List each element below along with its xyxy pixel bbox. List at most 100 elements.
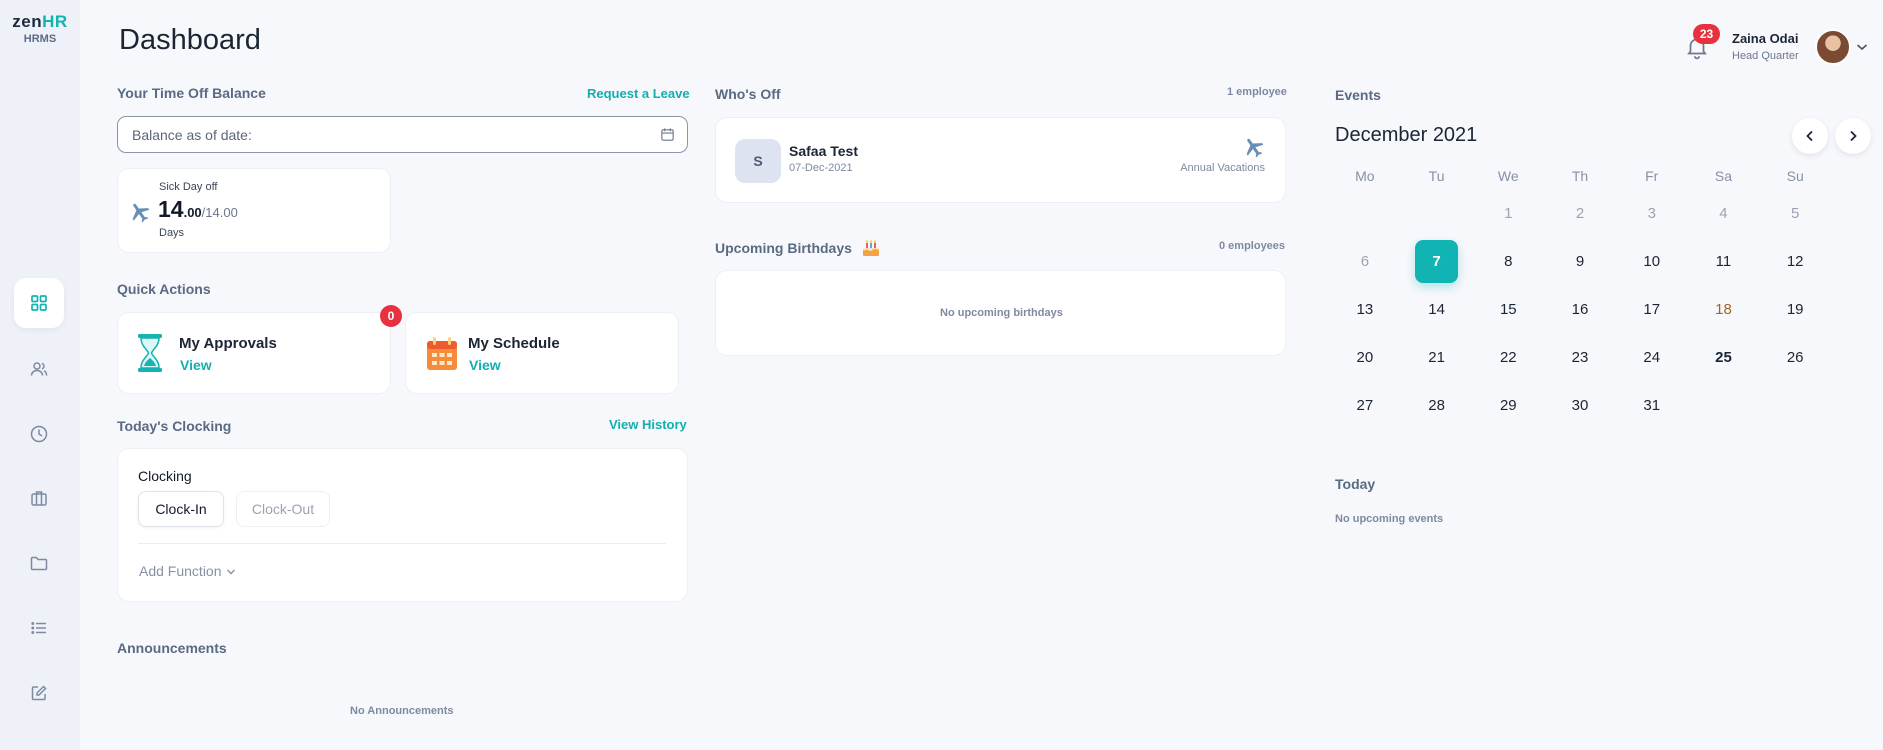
whos-off-card[interactable] bbox=[715, 117, 1286, 203]
calendar-day[interactable]: 26 bbox=[1759, 333, 1831, 381]
chevron-left-icon bbox=[1806, 130, 1813, 142]
calendar-day[interactable]: 4 bbox=[1688, 189, 1760, 237]
calendar-day[interactable]: 30 bbox=[1544, 381, 1616, 429]
calendar-day[interactable]: 22 bbox=[1472, 333, 1544, 381]
calendar-day-number: 18 bbox=[1715, 300, 1732, 318]
users-icon bbox=[30, 362, 48, 376]
calendar-day[interactable]: 24 bbox=[1616, 333, 1688, 381]
calendar-day[interactable]: 18 bbox=[1688, 285, 1760, 333]
calendar-day[interactable]: 16 bbox=[1544, 285, 1616, 333]
calendar-day[interactable]: 17 bbox=[1616, 285, 1688, 333]
balance-unit: Days bbox=[159, 227, 185, 239]
whos-off-type: Annual Vacations bbox=[1180, 162, 1265, 174]
sidebar-item-attendance[interactable] bbox=[14, 409, 64, 459]
schedule-calendar-icon bbox=[427, 337, 457, 370]
my-schedule-label: My Schedule bbox=[468, 335, 560, 352]
clock-in-button[interactable]: Clock-In bbox=[138, 491, 224, 527]
sidebar-item-documents[interactable] bbox=[14, 538, 64, 588]
calendar-week-row: 6 7 8 9 10 11 12 bbox=[1329, 237, 1831, 285]
calendar-day[interactable]: 8 bbox=[1472, 237, 1544, 285]
calendar-empty-cell bbox=[1759, 381, 1831, 429]
today-title: Today bbox=[1335, 476, 1376, 492]
calendar-day[interactable]: 27 bbox=[1329, 381, 1401, 429]
calendar-day[interactable]: 29 bbox=[1472, 381, 1544, 429]
calendar-day[interactable]: 20 bbox=[1329, 333, 1401, 381]
calendar-day[interactable]: 21 bbox=[1401, 333, 1473, 381]
edit-icon bbox=[31, 685, 47, 701]
calendar-week-row: 20 21 22 23 24 25 26 bbox=[1329, 333, 1831, 381]
avatar[interactable] bbox=[1815, 29, 1851, 65]
calendar-day-number: 31 bbox=[1643, 396, 1661, 414]
calendar-day[interactable]: 13 bbox=[1329, 285, 1401, 333]
logo-brand-left: zen bbox=[12, 12, 43, 31]
calendar-day-number: 16 bbox=[1571, 300, 1589, 318]
calendar-day[interactable]: 15 bbox=[1472, 285, 1544, 333]
calendar-day-number: 23 bbox=[1571, 348, 1589, 366]
balance-value-decimal: .00 bbox=[183, 205, 202, 220]
calendar-day-number: 8 bbox=[1504, 252, 1513, 270]
balance-date-field[interactable] bbox=[117, 116, 688, 153]
clock-out-button[interactable]: Clock-Out bbox=[236, 491, 330, 527]
time-off-title: Your Time Off Balance bbox=[117, 85, 266, 101]
briefcase-icon bbox=[31, 491, 47, 506]
calendar-day-number: 10 bbox=[1643, 252, 1661, 270]
sidebar: zenHR HRMS bbox=[0, 0, 80, 750]
prev-month-button[interactable] bbox=[1792, 118, 1828, 154]
calendar-empty-cell bbox=[1329, 189, 1401, 237]
app-logo[interactable]: zenHR HRMS bbox=[6, 12, 74, 45]
my-schedule-view-link[interactable]: View bbox=[469, 357, 501, 373]
calendar-weekday: Fr bbox=[1645, 168, 1659, 184]
calendar-day[interactable]: 6 bbox=[1329, 237, 1401, 285]
sidebar-item-employees[interactable] bbox=[14, 344, 64, 394]
birthdays-title: Upcoming Birthdays bbox=[715, 240, 852, 256]
calendar-day[interactable]: 12 bbox=[1759, 237, 1831, 285]
my-approvals-view-link[interactable]: View bbox=[180, 357, 212, 373]
calendar-day-number: 30 bbox=[1571, 396, 1589, 414]
plane-icon bbox=[1246, 138, 1264, 158]
calendar-day-number: 28 bbox=[1428, 396, 1445, 414]
sidebar-item-dashboard[interactable] bbox=[14, 278, 64, 328]
user-name[interactable]: Zaina Odai bbox=[1732, 31, 1798, 46]
calendar-empty-cell bbox=[1688, 381, 1760, 429]
calendar-day-number: 3 bbox=[1647, 204, 1656, 222]
chevron-down-icon[interactable] bbox=[1856, 42, 1868, 52]
calendar-day[interactable]: 14 bbox=[1401, 285, 1473, 333]
whos-off-title: Who's Off bbox=[715, 86, 781, 102]
balance-value: 14.00/14.00 bbox=[158, 196, 238, 223]
calendar-day[interactable]: 25 bbox=[1688, 333, 1760, 381]
calendar-day-number: 26 bbox=[1786, 348, 1804, 366]
clock-icon bbox=[30, 425, 48, 443]
plane-icon bbox=[132, 203, 150, 223]
calendar-day[interactable]: 3 bbox=[1616, 189, 1688, 237]
view-history-link[interactable]: View History bbox=[609, 417, 687, 432]
calendar-day[interactable]: 1 bbox=[1472, 189, 1544, 237]
request-leave-link[interactable]: Request a Leave bbox=[587, 86, 690, 101]
calendar-icon[interactable] bbox=[660, 127, 675, 142]
calendar-day-number: 1 bbox=[1504, 204, 1513, 222]
calendar-day[interactable]: 7 bbox=[1401, 237, 1473, 285]
calendar-day[interactable]: 19 bbox=[1759, 285, 1831, 333]
divider bbox=[138, 543, 666, 544]
sidebar-item-requests[interactable] bbox=[14, 668, 64, 718]
sidebar-item-lists[interactable] bbox=[14, 603, 64, 653]
calendar-day[interactable]: 31 bbox=[1616, 381, 1688, 429]
calendar-day[interactable]: 5 bbox=[1759, 189, 1831, 237]
calendar-day[interactable]: 9 bbox=[1544, 237, 1616, 285]
next-month-button[interactable] bbox=[1835, 118, 1871, 154]
add-function-dropdown[interactable]: Add Function bbox=[139, 563, 236, 579]
calendar-weekday: Th bbox=[1571, 168, 1589, 184]
avatar: S bbox=[735, 139, 781, 183]
calendar-day[interactable]: 11 bbox=[1688, 237, 1760, 285]
balance-date-input[interactable] bbox=[118, 117, 638, 152]
calendar-day-number: 19 bbox=[1786, 300, 1804, 318]
calendar-day-number: 27 bbox=[1356, 396, 1374, 414]
sidebar-item-jobs[interactable] bbox=[14, 473, 64, 523]
grid-icon bbox=[31, 295, 47, 311]
calendar-day[interactable]: 28 bbox=[1401, 381, 1473, 429]
calendar-day[interactable]: 2 bbox=[1544, 189, 1616, 237]
calendar-day[interactable]: 10 bbox=[1616, 237, 1688, 285]
events-title: Events bbox=[1335, 87, 1381, 103]
chevron-down-icon bbox=[226, 569, 235, 575]
calendar-day[interactable]: 23 bbox=[1544, 333, 1616, 381]
balance-value-int: 14 bbox=[158, 196, 184, 222]
